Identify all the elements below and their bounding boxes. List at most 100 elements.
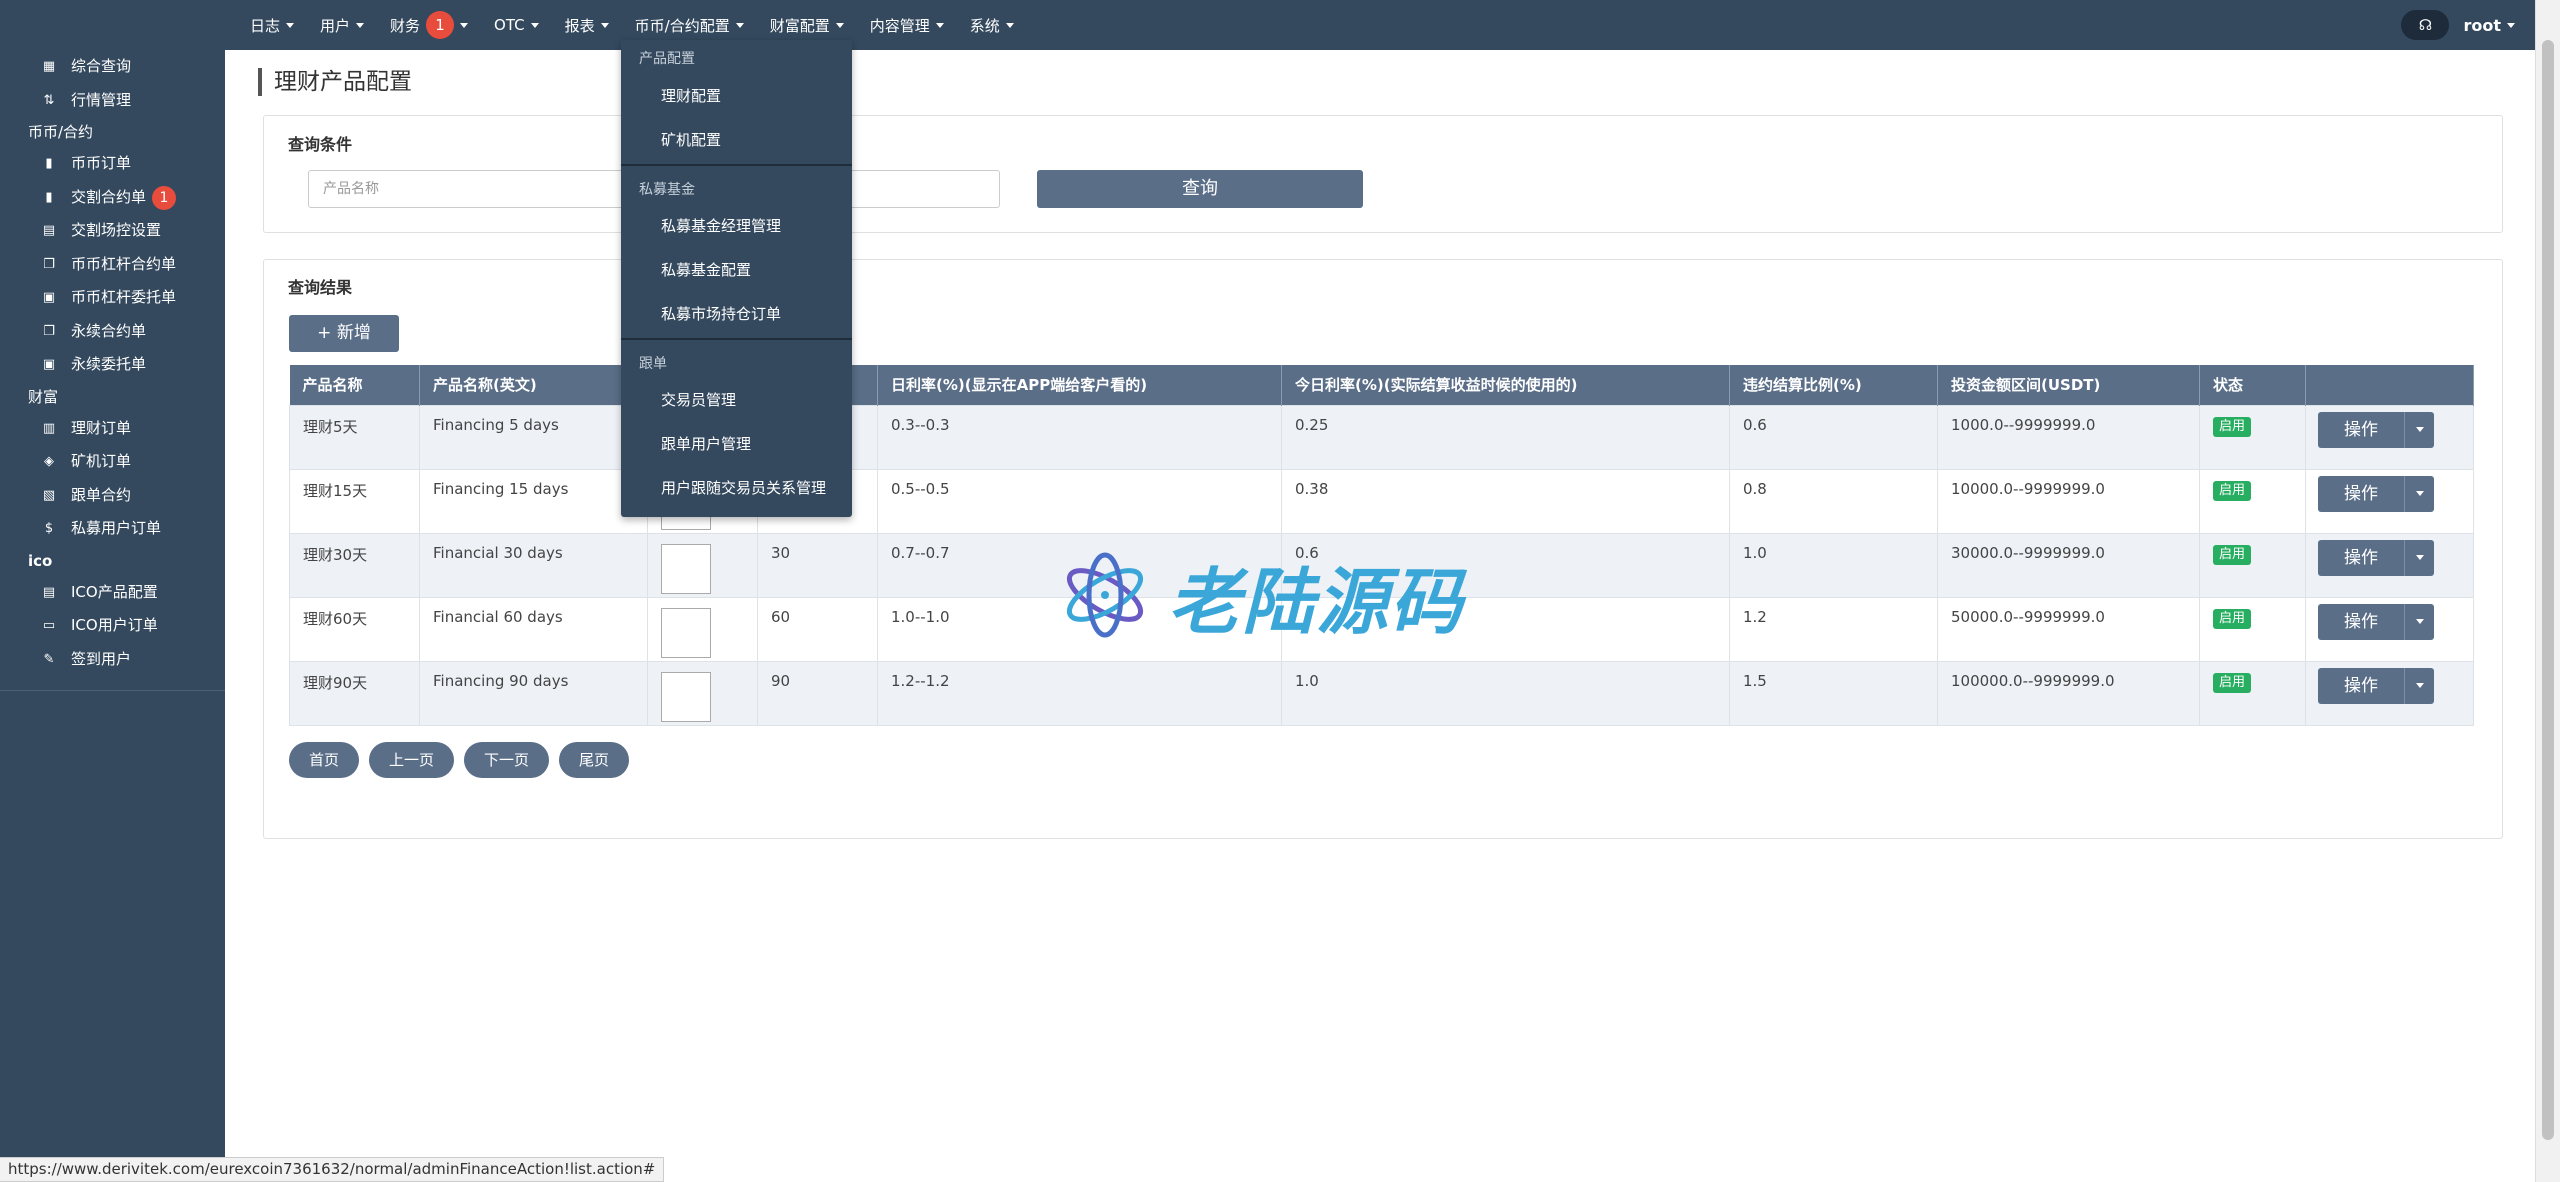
nav-content[interactable]: 内容管理: [870, 15, 944, 36]
sidebar-item-overview[interactable]: ▦ 综合查询: [0, 50, 225, 84]
cell-image: [647, 596, 758, 662]
nav-user[interactable]: 用户: [320, 15, 365, 36]
cell-operation: 操作: [2305, 660, 2474, 726]
dropdown-item-follow-relation[interactable]: 用户跟随交易员关系管理: [661, 477, 826, 498]
dropdown-item-fund-positions[interactable]: 私募市场持仓订单: [661, 303, 781, 324]
nav-finance[interactable]: 财务 1: [390, 11, 469, 39]
sort-icon: ⇅: [43, 92, 55, 108]
cell-range: 10000.0--9999999.0: [1937, 468, 2200, 534]
sidebar-divider: [0, 690, 225, 691]
sidebar-item-perpetual-contract[interactable]: ❐ 永续合约单: [0, 315, 225, 349]
atom-logo-icon: [1066, 552, 1144, 638]
col-status: 状态: [2199, 365, 2306, 405]
nav-wealth-config[interactable]: 财富配置: [770, 15, 844, 36]
cell-daily-rate: 1.2--1.2: [877, 660, 1282, 726]
dropdown-header-product: 产品配置: [639, 51, 695, 67]
col-penalty: 违约结算比例(%): [1729, 365, 1938, 405]
page-scrollbar[interactable]: [2535, 0, 2560, 1182]
scrollbar-thumb[interactable]: [2542, 40, 2554, 1140]
dropdown-item-finance-config[interactable]: 理财配置: [661, 85, 721, 106]
sidebar-item-miner-orders[interactable]: ◈ 矿机订单: [0, 445, 225, 479]
cell-today-rate: 1.0: [1281, 660, 1730, 726]
sidebar-item-coin-orders[interactable]: ▮ 币币订单: [0, 147, 225, 181]
caret-down-icon: [460, 22, 469, 28]
sidebar-item-delivery-control[interactable]: ▤ 交割场控设置: [0, 214, 225, 248]
caret-down-icon: [2415, 683, 2424, 688]
cell-operation: 操作: [2305, 596, 2474, 662]
sidebar-item-leverage-entrust[interactable]: ▣ 币币杠杆委托单: [0, 281, 225, 315]
dropdown-item-fund-config[interactable]: 私募基金配置: [661, 259, 751, 280]
operation-button[interactable]: 操作: [2318, 539, 2404, 576]
sidebar-item-finance-orders[interactable]: ▥ 理财订单: [0, 412, 225, 446]
cell-days: 30: [757, 532, 878, 598]
file-user-icon: ▧: [42, 487, 56, 503]
user-menu[interactable]: root: [2463, 16, 2515, 35]
dropdown-item-miner-config[interactable]: 矿机配置: [661, 129, 721, 150]
cell-name: 理财30天: [289, 532, 420, 598]
operation-group: 操作: [2318, 411, 2434, 448]
coin-contract-config-dropdown: 产品配置 理财配置 矿机配置 私募基金 私募基金经理管理 私募基金配置 私募市场…: [621, 40, 852, 517]
nav-label: 财务: [390, 16, 421, 35]
nav-log[interactable]: 日志: [250, 15, 295, 36]
operation-dropdown-toggle[interactable]: [2404, 539, 2434, 576]
sidebar-item-signin-users[interactable]: ✎ 签到用户: [0, 643, 225, 677]
cell-operation: 操作: [2305, 532, 2474, 598]
sidebar: ▦ 综合查询 ⇅ 行情管理 币币/合约 ▮ 币币订单 ▮ 交割合约单 1 ▤ 交割场控设置 …: [0, 0, 225, 1182]
nav-otc[interactable]: OTC: [494, 16, 539, 34]
clipboard-icon: ▤: [42, 223, 56, 238]
operation-button[interactable]: 操作: [2318, 475, 2404, 512]
sidebar-item-copy-contract[interactable]: ▧ 跟单合约: [0, 479, 225, 513]
sidebar-group-ico: ico: [28, 551, 53, 570]
first-page-button[interactable]: 首页: [289, 742, 360, 778]
sidebar-item-private-orders[interactable]: $ 私募用户订单: [0, 512, 225, 546]
cell-status: 启用: [2199, 660, 2306, 726]
cell-penalty: 1.5: [1729, 660, 1938, 726]
dropdown-item-copy-user-manage[interactable]: 跟单用户管理: [661, 433, 751, 454]
next-page-button[interactable]: 下一页: [464, 742, 550, 778]
status-badge: 启用: [2213, 416, 2252, 437]
status-badge: 启用: [2213, 608, 2252, 629]
last-page-button[interactable]: 尾页: [559, 742, 630, 778]
operation-dropdown-toggle[interactable]: [2404, 603, 2434, 640]
prev-page-button[interactable]: 上一页: [369, 742, 455, 778]
query-panel-title: 查询条件: [288, 135, 353, 154]
top-navbar: 日志 用户 财务 1 OTC 报表 币币/合约配置 财富配置 内容管理 系统 ☊ …: [225, 0, 2535, 50]
query-button[interactable]: 查询: [1037, 170, 1363, 208]
operation-button[interactable]: 操作: [2318, 603, 2404, 640]
sidebar-item-ico-orders[interactable]: ▭ ICO用户订单: [0, 609, 225, 643]
dropdown-item-trader-manage[interactable]: 交易员管理: [661, 389, 736, 410]
nav-label: 内容管理: [869, 16, 930, 35]
browser-status-url: https://www.derivitek.com/eurexcoin73616…: [0, 1157, 665, 1182]
col-range: 投资金额区间(USDT): [1937, 365, 2200, 405]
edit-icon: ✎: [43, 651, 55, 667]
product-image: [661, 543, 711, 594]
dropdown-header-copy-trading: 跟单: [639, 356, 667, 372]
sidebar-item-ico-config[interactable]: ▤ ICO产品配置: [0, 576, 225, 610]
headset-icon[interactable]: ☊: [2401, 10, 2450, 40]
operation-group: 操作: [2318, 667, 2434, 704]
wallet-icon: ▥: [42, 420, 56, 436]
sidebar-item-leverage-contract[interactable]: ❐ 币币杠杆合约单: [0, 248, 225, 282]
cell-daily-rate: 0.5--0.5: [877, 468, 1282, 534]
operation-button[interactable]: 操作: [2318, 667, 2404, 704]
operation-dropdown-toggle[interactable]: [2404, 667, 2434, 704]
sidebar-item-perpetual-entrust[interactable]: ▣ 永续委托单: [0, 348, 225, 382]
caret-down-icon: [735, 22, 744, 28]
cell-range: 100000.0--9999999.0: [1937, 660, 2200, 726]
nav-system[interactable]: 系统: [970, 15, 1014, 36]
operation-dropdown-toggle[interactable]: [2404, 475, 2434, 512]
cell-name-en: Financial 60 days: [419, 596, 648, 662]
caret-down-icon: [2415, 491, 2424, 496]
nav-coin-contract-config[interactable]: 币币/合约配置: [635, 15, 744, 36]
bookmark-icon: ▮: [45, 189, 53, 205]
user-area: ☊ root: [2401, 10, 2515, 40]
cell-name: 理财5天: [289, 404, 420, 470]
cell-range: 30000.0--9999999.0: [1937, 532, 2200, 598]
dropdown-item-fund-manager[interactable]: 私募基金经理管理: [661, 215, 781, 236]
sidebar-item-market[interactable]: ⇅ 行情管理: [0, 84, 225, 118]
sidebar-item-delivery-contract[interactable]: ▮ 交割合约单 1: [0, 181, 225, 215]
operation-dropdown-toggle[interactable]: [2404, 411, 2434, 448]
add-button[interactable]: + 新增: [289, 315, 399, 352]
operation-button[interactable]: 操作: [2318, 411, 2404, 448]
nav-report[interactable]: 报表: [565, 15, 609, 36]
